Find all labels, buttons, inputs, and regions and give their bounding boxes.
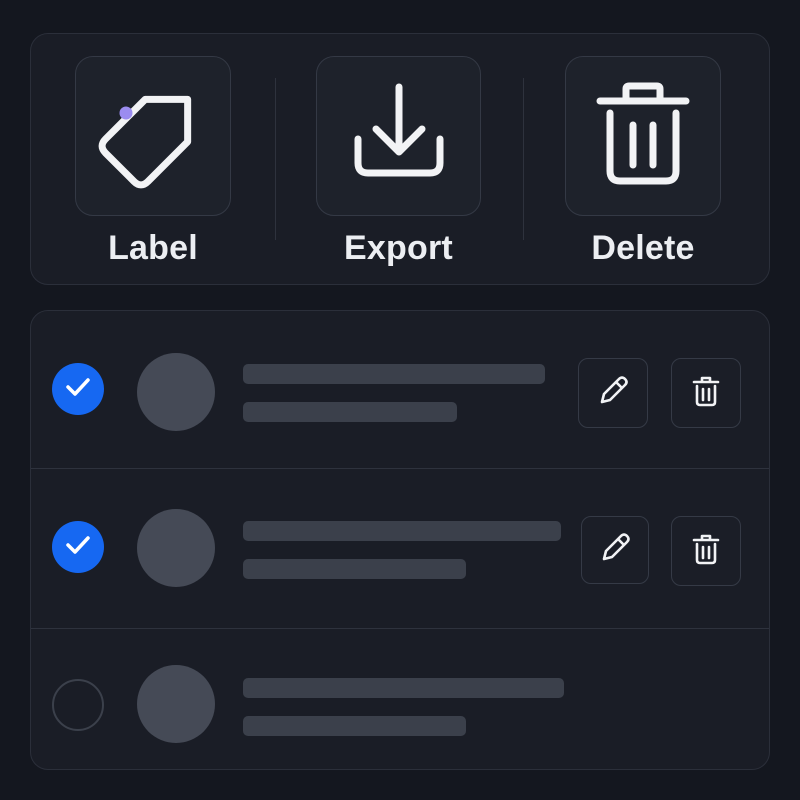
label-button[interactable] xyxy=(75,56,231,216)
placeholder-title-line xyxy=(243,521,561,541)
export-button-text: Export xyxy=(344,229,453,267)
list-item xyxy=(31,628,769,769)
pencil-icon xyxy=(597,530,633,571)
edit-button[interactable] xyxy=(578,358,648,428)
delete-button-text: Delete xyxy=(591,229,695,267)
list-item xyxy=(31,311,769,468)
placeholder-subtitle-line xyxy=(243,402,457,422)
toolbar-divider xyxy=(275,78,276,240)
selectable-list xyxy=(30,310,770,770)
placeholder-title-line xyxy=(243,364,545,384)
label-button-text: Label xyxy=(108,229,198,267)
toolbar-divider xyxy=(523,78,524,240)
avatar xyxy=(137,353,215,431)
pencil-icon xyxy=(595,373,631,414)
avatar xyxy=(137,509,215,587)
row-delete-button[interactable] xyxy=(671,516,741,586)
row-checkbox[interactable] xyxy=(52,521,104,573)
delete-button[interactable] xyxy=(565,56,721,216)
placeholder-title-line xyxy=(243,678,564,698)
checkmark-icon xyxy=(65,376,91,403)
row-delete-button[interactable] xyxy=(671,358,741,428)
edit-button[interactable] xyxy=(581,516,649,584)
tag-icon xyxy=(98,79,208,194)
trash-icon xyxy=(689,374,723,413)
bulk-action-toolbar: Label Export Delete xyxy=(30,33,770,285)
placeholder-subtitle-line xyxy=(243,716,466,736)
row-checkbox[interactable] xyxy=(52,679,104,731)
avatar xyxy=(137,665,215,743)
checkmark-icon xyxy=(65,534,91,561)
trash-icon xyxy=(689,532,723,571)
row-checkbox[interactable] xyxy=(52,363,104,415)
download-icon xyxy=(344,79,454,194)
export-button[interactable] xyxy=(316,56,481,216)
placeholder-subtitle-line xyxy=(243,559,466,579)
trash-icon xyxy=(588,79,698,194)
list-item xyxy=(31,468,769,628)
